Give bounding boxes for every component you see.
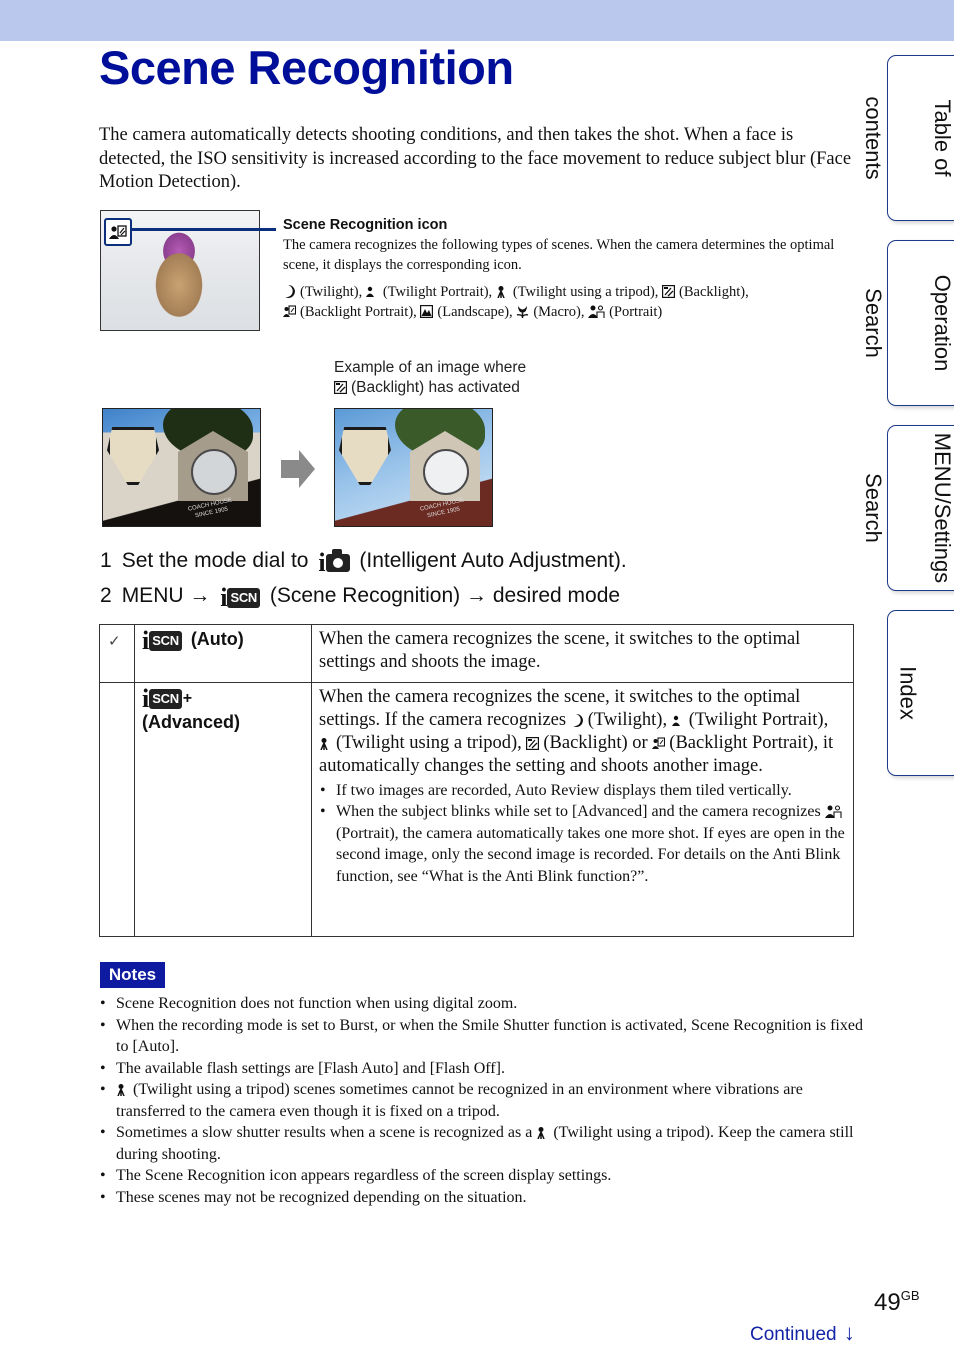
callout-line bbox=[131, 228, 276, 231]
list-item: These scenes may not be recognized depen… bbox=[100, 1187, 871, 1209]
list-item: (Twilight using a tripod) scenes sometim… bbox=[100, 1079, 871, 1122]
twilight-tripod-icon bbox=[319, 733, 336, 753]
lamp bbox=[107, 427, 159, 485]
header-band bbox=[0, 0, 954, 41]
backlight-portrait-icon bbox=[283, 304, 300, 320]
twilight-icon bbox=[283, 284, 300, 300]
continued-link[interactable]: Continued ↓ bbox=[750, 1320, 855, 1346]
lamp bbox=[339, 427, 391, 485]
scene-icon-list: (Twilight), (Twilight Portrait), (Twilig… bbox=[283, 283, 843, 322]
list-item: The Scene Recognition icon appears regar… bbox=[100, 1165, 871, 1187]
list-item: If two images are recorded, Auto Review … bbox=[320, 780, 846, 802]
list-item: When the recording mode is set to Burst,… bbox=[100, 1015, 871, 1058]
list-item: The available flash settings are [Flash … bbox=[100, 1058, 871, 1080]
mode-advanced-description: When the camera recognizes the scene, it… bbox=[311, 681, 854, 937]
table-row-auto: ✓ i SCN (Auto) When the camera recognizes… bbox=[99, 624, 854, 683]
portrait-icon bbox=[824, 803, 846, 820]
clock bbox=[191, 449, 237, 495]
scene-recognition-auto-icon: i SCN bbox=[142, 628, 182, 654]
twilight-portrait-icon bbox=[671, 710, 689, 730]
after-photo: COACH HOUSE SINCE 1905 bbox=[334, 408, 493, 527]
tab-label: Index bbox=[895, 666, 921, 720]
tab-index[interactable]: Index bbox=[887, 610, 954, 776]
twilight-tripod-icon bbox=[496, 284, 513, 300]
before-photo: COACH HOUSE SINCE 1905 bbox=[102, 408, 261, 527]
backlight-icon bbox=[662, 284, 679, 300]
macro-icon bbox=[516, 304, 533, 320]
default-check-icon: ✓ bbox=[99, 624, 135, 683]
table-row-advanced: i SCN + (Advanced) When the camera recogni… bbox=[99, 681, 854, 937]
example-caption: Example of an image where (Backlight) ha… bbox=[334, 359, 527, 396]
mode-advanced: i SCN + (Advanced) bbox=[134, 681, 312, 937]
scene-recognition-icon: i SCN bbox=[220, 585, 261, 611]
page-number: 49GB bbox=[874, 1288, 920, 1316]
tab-operation-search[interactable]: Operation Search bbox=[861, 240, 954, 406]
callout-body: The camera recognizes the following type… bbox=[283, 237, 835, 273]
backlight-icon bbox=[526, 733, 543, 753]
twilight-portrait-icon bbox=[365, 284, 383, 300]
clock bbox=[423, 449, 469, 495]
intelligent-auto-icon: i bbox=[318, 549, 350, 576]
arrow-down-icon: ↓ bbox=[843, 1320, 855, 1345]
backlight-portrait-icon bbox=[104, 218, 132, 246]
tab-label: MENU/Settings Search bbox=[861, 432, 954, 584]
scene-recognition-advanced-icon: i SCN + bbox=[142, 683, 193, 713]
modes-table: ✓ i SCN (Auto) When the camera recognizes… bbox=[99, 624, 854, 937]
advanced-notes: If two images are recorded, Auto Review … bbox=[319, 780, 846, 888]
list-item: Sometimes a slow shutter results when a … bbox=[100, 1122, 871, 1165]
notes-list: Scene Recognition does not function when… bbox=[99, 993, 871, 1208]
tab-label: Table of contents bbox=[861, 96, 954, 180]
arrow-right-icon bbox=[281, 450, 315, 488]
page-title: Scene Recognition bbox=[99, 41, 514, 94]
landscape-icon bbox=[420, 304, 437, 320]
callout-heading: Scene Recognition icon bbox=[283, 217, 448, 233]
tab-table-of-contents[interactable]: Table of contents bbox=[861, 55, 954, 221]
tab-menu-settings-search[interactable]: MENU/Settings Search bbox=[861, 425, 954, 591]
portrait-icon bbox=[588, 304, 609, 320]
step-1: 1 Set the mode dial to i (Intelligent Aut… bbox=[100, 548, 627, 577]
list-item: Scene Recognition does not function when… bbox=[100, 993, 871, 1015]
backlight-icon bbox=[334, 379, 351, 396]
twilight-icon bbox=[571, 710, 588, 730]
backlight-portrait-icon bbox=[652, 733, 669, 753]
notes-badge: Notes bbox=[100, 962, 165, 988]
list-item: When the subject blinks while set to [Ad… bbox=[320, 801, 846, 887]
twilight-tripod-icon bbox=[536, 1124, 553, 1141]
step-2: 2 MENU → i SCN (Scene Recognition) → desir… bbox=[100, 583, 621, 612]
intro-paragraph: The camera automatically detects shootin… bbox=[99, 125, 852, 192]
twilight-tripod-icon bbox=[116, 1081, 133, 1098]
mode-auto-description: When the camera recognizes the scene, it… bbox=[311, 624, 854, 683]
mode-auto: i SCN (Auto) bbox=[134, 624, 312, 683]
